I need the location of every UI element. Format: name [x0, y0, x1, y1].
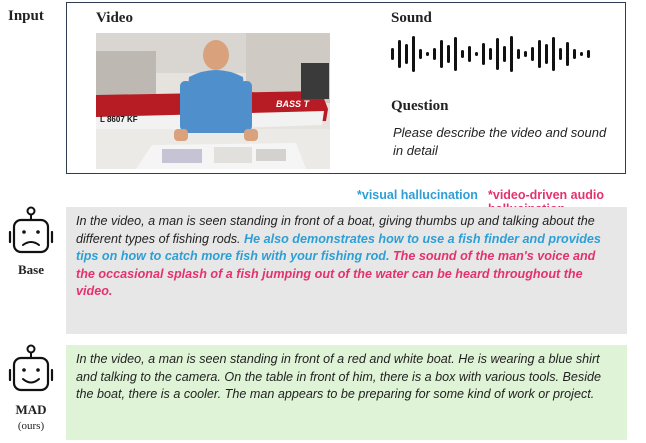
happy-robot-icon [8, 344, 54, 392]
base-label: Base [18, 262, 44, 277]
base-response-box: In the video, a man is seen standing in … [66, 207, 627, 334]
sound-label: Sound [391, 10, 432, 26]
sound-waveform-icon [391, 36, 590, 72]
legend-visual-hallucination: *visual hallucination [357, 188, 478, 202]
mad-text: In the video, a man is seen standing in … [76, 352, 602, 401]
input-label: Input [8, 8, 44, 24]
question-label: Question [391, 98, 449, 114]
question-text: Please describe the video and sound in d… [393, 125, 607, 158]
mad-label: MAD [15, 402, 47, 417]
video-frame: BASS T L 8607 KF [96, 33, 330, 169]
boat-number-text: L 8607 KF [100, 115, 138, 124]
video-frame-illustration: BASS T L 8607 KF [96, 33, 330, 169]
mad-sub-label: (ours) [17, 420, 45, 432]
video-label: Video [96, 10, 133, 26]
sad-robot-icon [8, 206, 54, 254]
boat-brand-text: BASS T [276, 99, 311, 109]
mad-response-box: In the video, a man is seen standing in … [66, 345, 627, 440]
